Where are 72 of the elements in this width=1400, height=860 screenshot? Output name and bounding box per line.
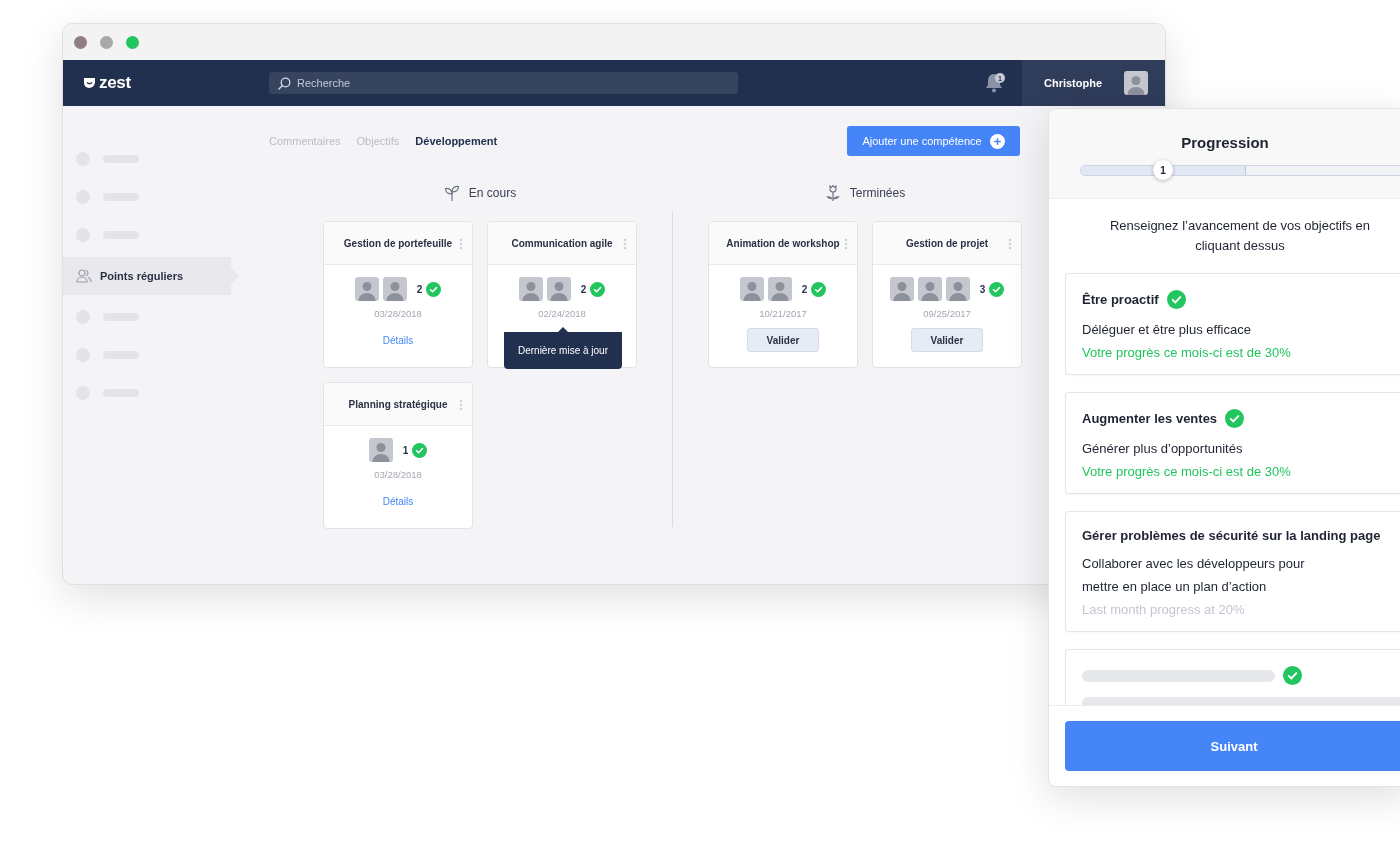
validation-count: 1 [402, 444, 409, 456]
details-link[interactable]: Détails [382, 335, 414, 346]
objective-description: Collaborer avec les développeurs pour mettre en place un plan d’action [1082, 555, 1306, 596]
card-date: 02/24/2018 [538, 308, 586, 319]
check-icon [426, 281, 442, 297]
avatar-placeholder [546, 277, 571, 301]
progress-text: Votre progrès ce mois-ci est de 30% [1082, 464, 1292, 479]
card-title: Gestion de projet [905, 237, 989, 249]
sprout-icon [443, 184, 460, 202]
objective-title: Gérer problèmes de sécurité sur la landing page [1082, 528, 1381, 543]
card-date: 10/21/2017 [759, 308, 807, 319]
check-icon [811, 281, 827, 297]
avatar-placeholder [382, 277, 407, 301]
objective-card[interactable]: Augmenter les ventes Générer plus d’opportunités Votre progrès ce mois-ci est de 30% [1065, 392, 1400, 494]
column-title: En cours [468, 186, 517, 200]
user-name[interactable]: Christophe [1044, 77, 1103, 89]
tab[interactable]: Développement [415, 135, 498, 147]
objective-description: Générer plus d’opportunités [1082, 440, 1244, 458]
plus-icon [989, 133, 1005, 149]
card-title: Animation de workshop [726, 237, 840, 249]
validate-button[interactable]: Valider [911, 328, 983, 352]
objective-title: Augmenter les ventes [1082, 411, 1218, 426]
logo-icon [83, 77, 96, 89]
more-icon[interactable] [459, 238, 463, 250]
step-marker: 1 [1153, 160, 1173, 180]
check-icon [412, 442, 428, 458]
more-icon[interactable] [459, 399, 463, 411]
avatar-placeholder [889, 277, 914, 301]
more-icon[interactable] [844, 238, 848, 250]
close-button[interactable] [74, 35, 87, 49]
avatar-placeholder [1124, 71, 1148, 95]
objective-card[interactable]: Être proactif Déléguer et être plus efficace Votre progrès ce mois-ci est de 30% [1065, 273, 1400, 375]
more-icon[interactable] [623, 238, 627, 250]
progress-text: Votre progrès ce mois-ci est de 30% [1082, 345, 1292, 360]
avatar-placeholder [917, 277, 942, 301]
card-date: 03/28/2018 [374, 308, 422, 319]
card-title: Communication agile [511, 237, 613, 249]
tooltip: Dernière mise à jour [504, 327, 622, 369]
column-title: Terminées [849, 186, 906, 200]
validate-button[interactable]: Valider [747, 328, 819, 352]
details-link[interactable]: Détails [382, 496, 414, 507]
minimize-button[interactable] [100, 35, 113, 49]
avatar-placeholder [354, 277, 379, 301]
add-skill-button[interactable]: Ajouter une compétence [847, 126, 1020, 156]
card-title: Planning stratégique [348, 398, 448, 410]
validation-count: 3 [979, 283, 986, 295]
flower-icon [824, 184, 841, 202]
avatar-placeholder [518, 277, 543, 301]
more-icon[interactable] [1008, 238, 1012, 250]
check-icon [989, 281, 1005, 297]
check-icon [590, 281, 606, 297]
maximize-button[interactable] [126, 35, 139, 49]
objective-description: Déléguer et être plus efficace [1082, 321, 1252, 339]
validation-count: 2 [801, 283, 808, 295]
objective-title: Être proactif [1082, 292, 1159, 307]
panel-title: Progression [1180, 134, 1270, 151]
validation-count: 2 [580, 283, 587, 295]
next-button[interactable]: Suivant [1065, 721, 1400, 771]
people-icon [76, 269, 92, 283]
instructions-text: Renseignez l’avancement de vos objectifs en cliquant dessus [1109, 217, 1371, 255]
search-field[interactable]: Recherche [269, 72, 738, 94]
avatar-placeholder [945, 277, 970, 301]
card-title: Gestion de portefeuille [343, 237, 453, 249]
avatar-placeholder [739, 277, 764, 301]
card-date: 03/28/2018 [374, 469, 422, 480]
progress-text: Last month progress at 20% [1082, 602, 1246, 617]
objective-card[interactable]: Gérer problèmes de sécurité sur la landing page Collaborer avec les développeurs pour mettre en place un plan d’action Last month progress at 20% [1065, 511, 1400, 632]
avatar-placeholder [368, 438, 393, 462]
avatar-placeholder [767, 277, 792, 301]
validation-count: 2 [416, 283, 423, 295]
card-date: 09/25/2017 [923, 308, 971, 319]
logo-text: zest [99, 73, 131, 93]
